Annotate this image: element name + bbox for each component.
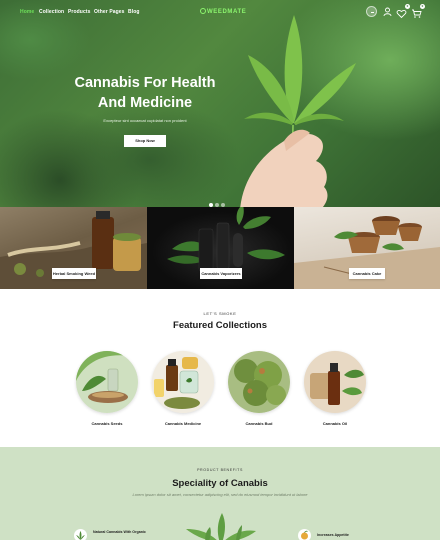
benefits-subtitle: Lorem ipsum dolor sit amet, consectetur … bbox=[132, 492, 308, 497]
wishlist-count-badge: 0 bbox=[405, 4, 410, 9]
user-icon[interactable] bbox=[382, 6, 393, 17]
heart-icon bbox=[396, 10, 407, 19]
slider-dots bbox=[209, 194, 227, 207]
collection-image-seeds[interactable] bbox=[76, 351, 138, 413]
benefits-eyebrow: PRODUCT BENEFITS bbox=[197, 468, 243, 472]
seeds-image bbox=[76, 351, 138, 413]
cart-button[interactable]: 0 bbox=[411, 4, 425, 18]
collection-item-seeds[interactable]: Cannabis Seeds bbox=[76, 351, 138, 426]
bud-image bbox=[228, 351, 290, 413]
collection-name-bud[interactable]: Cannabis Bud bbox=[228, 421, 290, 426]
nav-collection[interactable]: Collection bbox=[39, 9, 64, 15]
logo-text: WEEDMATE bbox=[207, 9, 247, 15]
search-icon[interactable] bbox=[366, 6, 377, 17]
shop-now-button[interactable]: Shop Now bbox=[124, 135, 166, 147]
featured-title: Featured Collections bbox=[173, 320, 267, 331]
hero-banner: Home Collection Products Other Pages Blo… bbox=[0, 0, 440, 207]
benefits-title: Speciality of Canabis bbox=[172, 478, 268, 489]
collection-item-bud[interactable]: Cannabis Bud bbox=[228, 351, 290, 426]
cannabis-leaf-icon bbox=[186, 513, 256, 540]
nav-products[interactable]: Products bbox=[68, 9, 90, 15]
natural-cannabis-icon bbox=[74, 529, 87, 540]
leaf-icon bbox=[76, 531, 85, 540]
nav-blog[interactable]: Blog bbox=[128, 9, 140, 15]
benefit-natural-cannabis: Natural Cannabis With Organic bbox=[93, 530, 146, 534]
category-tile-vaporizers[interactable]: Cannabis Vaporizers bbox=[147, 207, 294, 289]
featured-eyebrow: LET'S SMOKE bbox=[203, 311, 237, 316]
hero-title: Cannabis For Health And Medicine bbox=[74, 75, 216, 111]
collection-item-oil[interactable]: Cannabis Oil bbox=[304, 351, 366, 426]
oil-image bbox=[304, 351, 366, 413]
collection-name-seeds[interactable]: Cannabis Seeds bbox=[76, 421, 138, 426]
category-tile-smoking-weed[interactable]: Herbal Smoking Weed bbox=[0, 207, 147, 289]
hero-subtitle: Excepteur sint occaecat cupidatat non pr… bbox=[103, 118, 187, 123]
logo-icon bbox=[200, 8, 206, 14]
appetite-icon bbox=[298, 529, 311, 540]
cart-icon bbox=[412, 9, 422, 18]
collection-name-medicine[interactable]: Cannabis Medicine bbox=[152, 421, 214, 426]
site-logo[interactable]: WEEDMATE bbox=[200, 8, 246, 15]
collection-image-oil[interactable] bbox=[304, 351, 366, 413]
fruit-icon bbox=[301, 530, 308, 540]
collection-item-medicine[interactable]: Cannabis Medicine bbox=[152, 351, 214, 426]
medicine-image bbox=[152, 351, 214, 413]
wishlist-button[interactable]: 0 bbox=[396, 4, 410, 19]
top-navigation: Home Collection Products Other Pages Blo… bbox=[0, 0, 440, 24]
tile-label-vaporizers[interactable]: Cannabis Vaporizers bbox=[200, 268, 242, 279]
category-tile-cake[interactable]: Cannabis Cake bbox=[294, 207, 440, 289]
hand-icon bbox=[240, 129, 328, 207]
tile-label-smoking-weed[interactable]: Herbal Smoking Weed bbox=[52, 268, 96, 279]
nav-other-pages[interactable]: Other Pages bbox=[94, 9, 125, 15]
nav-home[interactable]: Home bbox=[20, 9, 34, 15]
collection-name-oil[interactable]: Cannabis Oil bbox=[304, 421, 366, 426]
collection-image-bud[interactable] bbox=[228, 351, 290, 413]
benefit-increases-appetite: Increases Appetite bbox=[317, 533, 349, 537]
collection-image-medicine[interactable] bbox=[152, 351, 214, 413]
tile-label-cake[interactable]: Cannabis Cake bbox=[349, 268, 385, 279]
cart-count-badge: 0 bbox=[420, 4, 425, 9]
